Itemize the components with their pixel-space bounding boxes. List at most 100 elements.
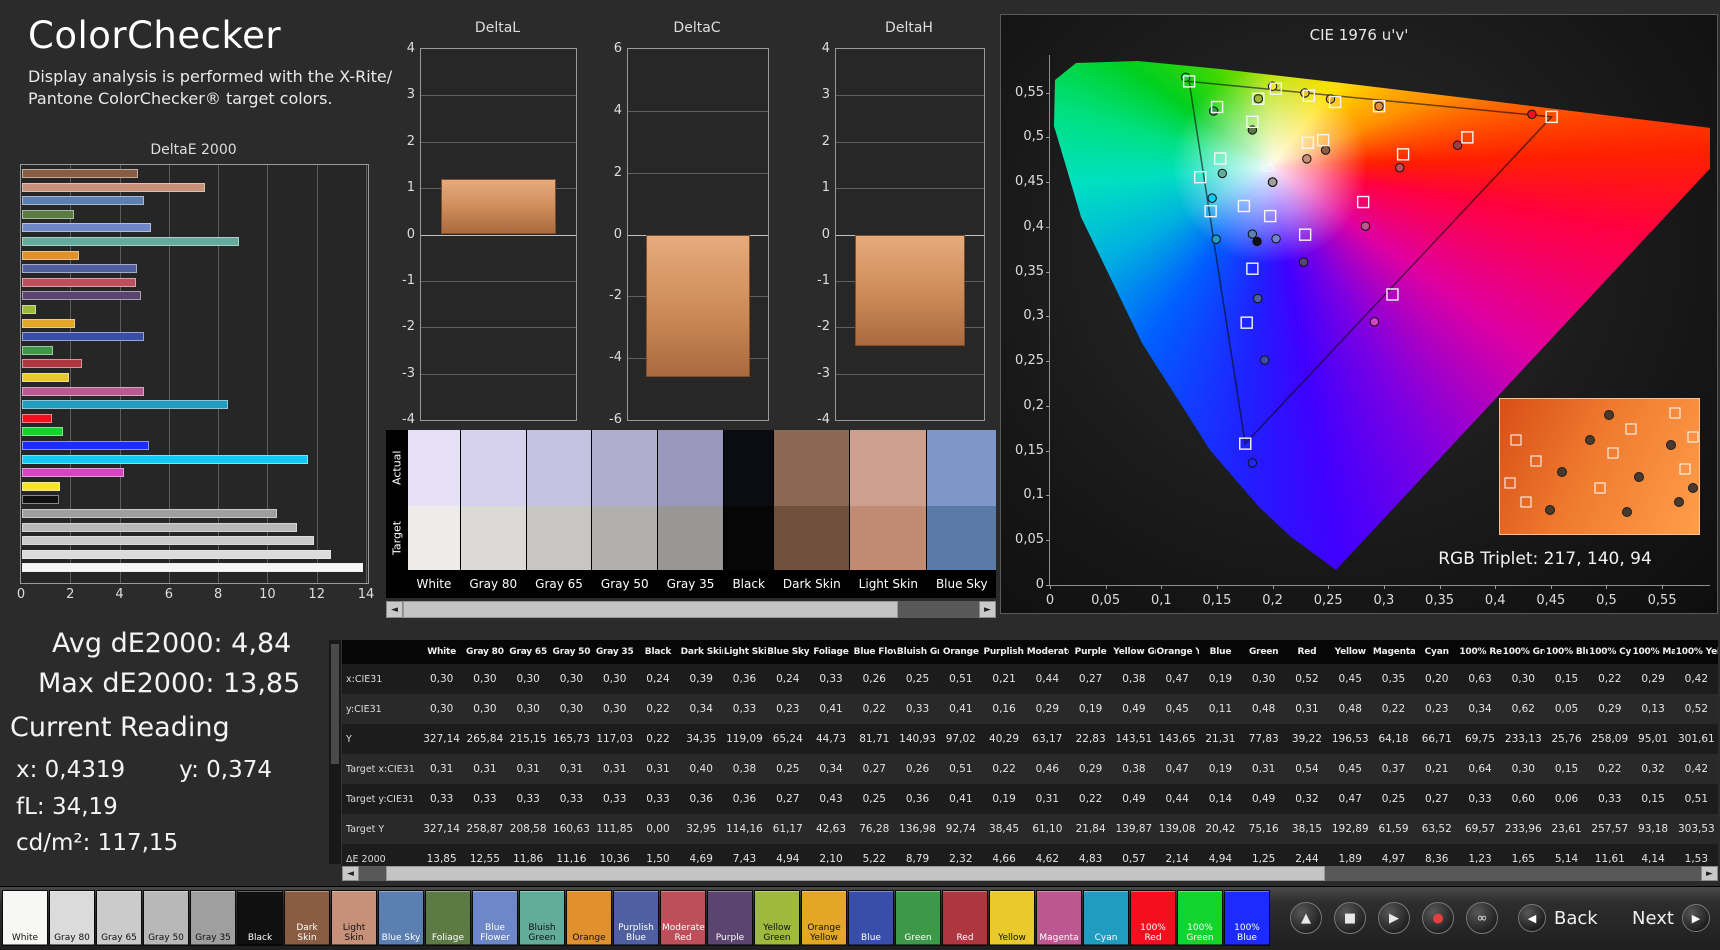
scroll-left-button[interactable]: ◄ xyxy=(386,601,403,618)
scroll-thumb[interactable] xyxy=(403,601,899,618)
record-button[interactable]: ● xyxy=(1422,902,1454,934)
toolbar-swatch-100-green[interactable]: 100% Green xyxy=(1177,890,1223,946)
table-scrollbar[interactable]: ◄ ► xyxy=(342,866,1718,881)
table-cell: 192,89 xyxy=(1328,814,1372,844)
stop-button[interactable]: ■ xyxy=(1334,902,1366,934)
loop-button[interactable]: ∞ xyxy=(1466,902,1498,934)
toolbar-swatch-moderate-red[interactable]: Moderate Red xyxy=(660,890,706,946)
toolbar-swatches: White Gray 80 Gray 65 Gray 50 Gray 35 Black Da… xyxy=(2,890,1270,946)
toolbar-swatch-gray-35[interactable]: Gray 35 xyxy=(190,890,236,946)
toolbar-swatch-cyan[interactable]: Cyan xyxy=(1083,890,1129,946)
toolbar-swatch-yellow-green[interactable]: Yellow Green xyxy=(754,890,800,946)
scroll-track[interactable] xyxy=(403,601,979,618)
compare-column[interactable]: Black xyxy=(723,430,774,598)
table-cell: 93,18 xyxy=(1631,814,1675,844)
table-cell: 233,96 xyxy=(1501,814,1545,844)
table-cell: 0,64 xyxy=(1458,754,1502,784)
axis-tick-label: 0,2 xyxy=(1023,397,1044,413)
play-button[interactable]: ▶ xyxy=(1378,902,1410,934)
axis-tick-label: 0,35 xyxy=(1425,593,1454,608)
toolbar-swatch-purple[interactable]: Purple xyxy=(707,890,753,946)
toolbar-swatch-black[interactable]: Black xyxy=(237,890,283,946)
toolbar-swatch-bluish-green[interactable]: Bluish Green xyxy=(519,890,565,946)
toolbar-swatch-dark-skin[interactable]: Dark Skin xyxy=(284,890,330,946)
deltae-chart xyxy=(20,164,369,584)
toolbar-swatch-purplish-blue[interactable]: Purplish Blue xyxy=(613,890,659,946)
colorchecker-analysis-screen: { "header": { "title": "ColorChecker", "… xyxy=(0,0,1720,950)
toolbar-swatch-label: Blue Sky xyxy=(381,932,421,943)
table-vertical-scrollbar[interactable] xyxy=(329,640,342,864)
axis-tick-label: 0,25 xyxy=(1313,593,1343,608)
table-cell: 0,15 xyxy=(1544,664,1589,694)
scroll-right-button[interactable]: ► xyxy=(1701,866,1718,881)
deltae-bar xyxy=(22,291,142,301)
toolbar-swatch-magenta[interactable]: Magenta xyxy=(1036,890,1082,946)
toolbar-swatch-orange-yellow[interactable]: Orange Yellow xyxy=(801,890,847,946)
table-cell: 0,45 xyxy=(1328,754,1372,784)
toolbar-swatch-blue-flower[interactable]: Blue Flower xyxy=(472,890,518,946)
inset-target-marker xyxy=(1625,423,1637,435)
axis-tick-label: 0,5 xyxy=(1023,129,1044,145)
measured-marker xyxy=(1527,109,1537,119)
toolbar-swatch-label: White xyxy=(11,932,39,943)
compare-column[interactable]: Dark Skin xyxy=(774,430,850,598)
toolbar-swatch-100-red[interactable]: 100% Red xyxy=(1130,890,1176,946)
toolbar-swatch-light-skin[interactable]: Light Skin xyxy=(331,890,377,946)
table-cell: 0,32 xyxy=(1631,754,1675,784)
toolbar-swatch-100-blue[interactable]: 100% Blue xyxy=(1224,890,1270,946)
table-cell: 0,24 xyxy=(636,664,680,694)
scroll-right-button[interactable]: ► xyxy=(979,601,996,618)
compare-column[interactable]: Blue Sky xyxy=(927,430,996,598)
deltae-bar xyxy=(22,536,315,546)
table-cell: 61,17 xyxy=(766,814,810,844)
table-cell: 0,36 xyxy=(722,664,767,694)
scroll-track[interactable] xyxy=(359,866,1701,881)
table-cell: 160,63 xyxy=(549,814,594,844)
table-cell: 0,25 xyxy=(895,664,940,694)
compare-column[interactable]: Gray 65 xyxy=(526,430,592,598)
deltae-bar xyxy=(22,277,136,287)
deltae-bar xyxy=(22,400,228,410)
toolbar-swatch-foliage[interactable]: Foliage xyxy=(425,890,471,946)
compare-column[interactable]: Gray 80 xyxy=(460,430,526,598)
toolbar-swatch-gray-80[interactable]: Gray 80 xyxy=(49,890,95,946)
swatch-label: Gray 80 xyxy=(469,577,518,591)
compare-column[interactable]: Gray 50 xyxy=(592,430,658,598)
table-cell: 42,63 xyxy=(809,814,853,844)
compare-column[interactable]: Gray 35 xyxy=(658,430,723,598)
toolbar-swatch-blue[interactable]: Blue xyxy=(848,890,894,946)
eject-button[interactable]: ▲ xyxy=(1290,902,1322,934)
target-swatch xyxy=(526,506,592,570)
axis-tick xyxy=(1046,450,1050,452)
swatch-label: Gray 65 xyxy=(535,577,583,591)
row-label: Target y:CIE31 xyxy=(342,784,420,814)
table-cell: 66,71 xyxy=(1415,724,1459,754)
toolbar-swatch-blue-sky[interactable]: Blue Sky xyxy=(378,890,424,946)
table-cell: 0,47 xyxy=(1155,754,1199,784)
scroll-thumb[interactable] xyxy=(385,866,1326,881)
table-cell: 0,21 xyxy=(982,664,1026,694)
toolbar-swatch-yellow[interactable]: Yellow xyxy=(989,890,1035,946)
table-cell: 81,71 xyxy=(852,724,896,754)
scroll-thumb[interactable] xyxy=(331,644,339,764)
toolbar-swatch-label: Gray 65 xyxy=(101,932,137,943)
table-cell: 38,45 xyxy=(982,814,1026,844)
compare-column[interactable]: White xyxy=(408,430,460,598)
toolbar-swatch-red[interactable]: Red xyxy=(942,890,988,946)
table-cell: 63,17 xyxy=(1025,724,1069,754)
table-cell: 143,51 xyxy=(1112,724,1156,754)
scroll-left-button[interactable]: ◄ xyxy=(342,866,359,881)
toolbar-swatch-gray-65[interactable]: Gray 65 xyxy=(96,890,142,946)
next-button[interactable]: Next ▶ xyxy=(1632,904,1710,932)
table-cell: 0,52 xyxy=(1285,664,1329,694)
back-button[interactable]: ◀ Back xyxy=(1518,904,1598,932)
toolbar-swatch-white[interactable]: White xyxy=(2,890,48,946)
table-cell: 0,25 xyxy=(852,784,896,814)
table-cell: 0,31 xyxy=(420,754,464,784)
compare-scrollbar[interactable]: ◄ ► xyxy=(386,601,996,618)
toolbar-swatch-orange[interactable]: Orange xyxy=(566,890,612,946)
toolbar-swatch-green[interactable]: Green xyxy=(895,890,941,946)
compare-column[interactable]: Light Skin xyxy=(850,430,927,598)
table-row: x:CIE31 0,30 0,30 0,30 0,30 0,30 0,24 0,39 0,36 0… xyxy=(342,664,1718,694)
toolbar-swatch-gray-50[interactable]: Gray 50 xyxy=(143,890,189,946)
